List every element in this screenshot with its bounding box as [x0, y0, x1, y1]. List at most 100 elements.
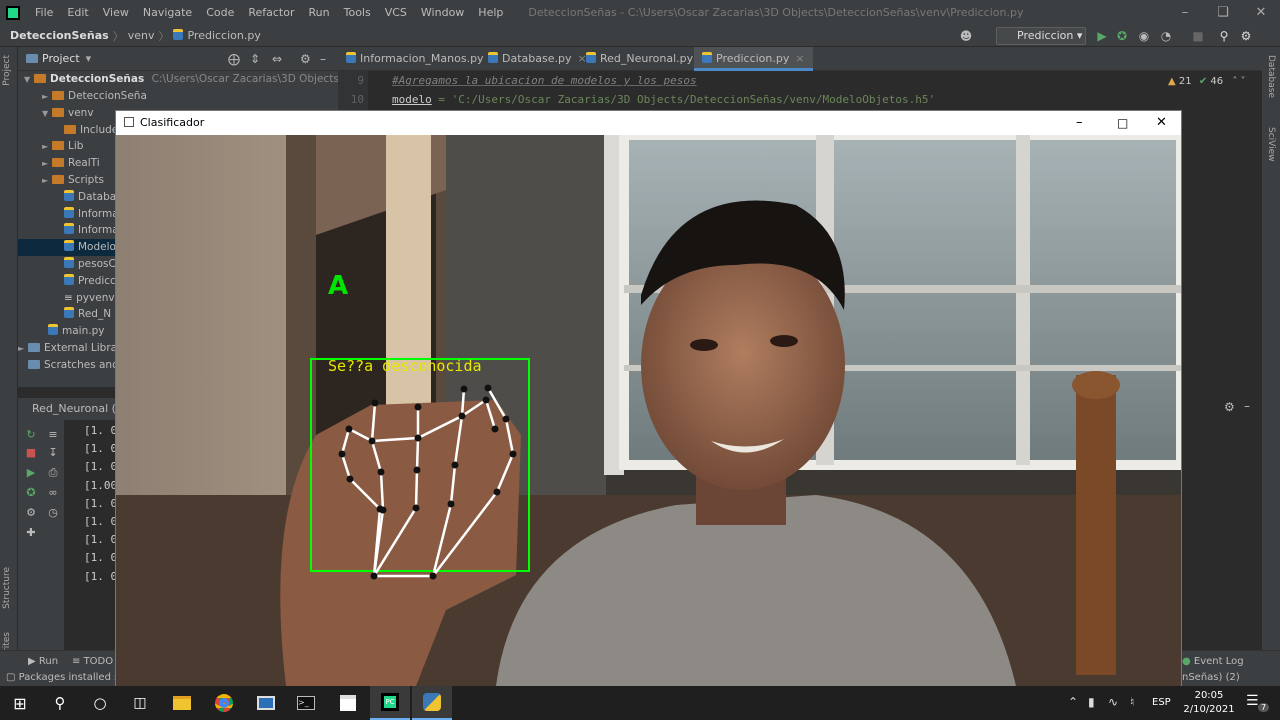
- wifi-icon[interactable]: ∿: [1108, 695, 1118, 709]
- menu-vcs[interactable]: VCS: [378, 0, 414, 25]
- breadcrumb-file[interactable]: Prediccion.py: [169, 29, 264, 42]
- task-view-icon[interactable]: ◫: [120, 686, 160, 720]
- stop-icon[interactable]: ■: [24, 446, 38, 460]
- python-icon[interactable]: [412, 686, 452, 720]
- debug-icon[interactable]: ✪: [24, 486, 38, 500]
- menu-file[interactable]: File: [28, 0, 60, 25]
- clock-icon[interactable]: ◷: [46, 506, 60, 520]
- tree-item-label: Informa: [78, 207, 119, 220]
- interpreter-status[interactable]: nSeñas) (2): [1182, 672, 1240, 683]
- project-strip-label[interactable]: Project: [2, 55, 12, 86]
- project-panel-title[interactable]: Project: [42, 52, 80, 65]
- chevron-down-icon[interactable]: ▾: [86, 52, 92, 65]
- run-tool-tab[interactable]: ▶ Run: [28, 656, 58, 667]
- tree-item-label: Scratches and: [44, 358, 119, 371]
- rerun-icon[interactable]: ↻: [24, 428, 38, 442]
- close-icon[interactable]: ✕: [1242, 0, 1280, 25]
- gear-icon[interactable]: ⚙: [1238, 28, 1254, 44]
- menu-edit[interactable]: Edit: [60, 0, 95, 25]
- resume-icon[interactable]: ▶: [24, 466, 38, 480]
- python-file-icon: [64, 206, 74, 218]
- battery-icon[interactable]: ▮: [1088, 695, 1095, 709]
- settings-icon[interactable]: ⚙: [24, 506, 38, 520]
- camera-feed: A Se??a desconocida: [116, 135, 1181, 686]
- menu-help[interactable]: Help: [471, 0, 510, 25]
- menu-run[interactable]: Run: [302, 0, 337, 25]
- collapse-all-icon[interactable]: ⇔: [272, 52, 282, 66]
- popup-close-icon[interactable]: ✕: [1156, 111, 1167, 135]
- user-icon[interactable]: ☻: [958, 28, 974, 44]
- chrome-icon[interactable]: [204, 686, 244, 720]
- tree-item-label: main.py: [62, 325, 105, 338]
- print-icon[interactable]: ⎙: [46, 466, 60, 480]
- clock[interactable]: 20:05 2/10/2021: [1180, 689, 1238, 717]
- menu-tools[interactable]: Tools: [337, 0, 378, 25]
- clasificador-window: Clasificador – □ ✕ A Se??a desconocida: [115, 110, 1182, 686]
- settings-icon[interactable]: ⚙: [300, 52, 311, 66]
- cortana-icon[interactable]: ○: [80, 686, 120, 720]
- scratches-icon: [28, 359, 40, 369]
- hand-landmark: [414, 434, 422, 442]
- remote-desktop-icon[interactable]: [246, 686, 286, 720]
- popup-minimize-icon[interactable]: –: [1076, 111, 1083, 135]
- maximize-icon[interactable]: ❑: [1204, 0, 1242, 25]
- tab-prediccion[interactable]: Prediccion.py ×: [694, 47, 813, 71]
- tree-item-label: DeteccionSeña: [68, 90, 147, 102]
- file-explorer-icon[interactable]: [162, 686, 202, 720]
- inspection-widget[interactable]: ▲ 21 ✔ 46 ˄ ˅: [1168, 76, 1246, 87]
- menu-view[interactable]: View: [96, 0, 136, 25]
- menu-window[interactable]: Window: [414, 0, 471, 25]
- database-strip-label[interactable]: Database: [1266, 55, 1276, 98]
- menu-code[interactable]: Code: [199, 0, 241, 25]
- sciview-strip-label[interactable]: SciView: [1266, 127, 1276, 162]
- popup-maximize-icon[interactable]: □: [1117, 111, 1128, 135]
- code-editor[interactable]: 9 10 #Agregamos la ubicacion de modelos …: [338, 71, 1268, 111]
- event-log-tab[interactable]: ● Event Log: [1182, 656, 1244, 667]
- expand-all-icon[interactable]: ⇕: [250, 52, 260, 66]
- tree-item-label: pyvenv: [76, 291, 115, 304]
- notification-count: 7: [1258, 703, 1270, 712]
- volume-icon[interactable]: ♮: [1130, 695, 1134, 709]
- structure-strip-label[interactable]: Structure: [2, 567, 12, 609]
- search-icon[interactable]: ⚲: [40, 686, 80, 720]
- tree-root[interactable]: ▼ DeteccionSeñas C:\Users\Oscar Zacarias\…: [18, 71, 415, 88]
- status-message: ▢ Packages installed su: [6, 672, 126, 683]
- run-config-select[interactable]: Prediccion ▾: [996, 27, 1086, 45]
- hand-landmark: [338, 450, 346, 458]
- glasses-icon[interactable]: ∞: [46, 486, 60, 500]
- start-icon[interactable]: ⊞: [0, 686, 40, 720]
- menu-refactor[interactable]: Refactor: [241, 0, 301, 25]
- python-file-icon: [64, 189, 74, 201]
- hand-landmark: [484, 384, 492, 392]
- hand-landmark: [451, 461, 459, 469]
- store-icon[interactable]: [328, 686, 368, 720]
- hide-icon[interactable]: –: [1244, 399, 1250, 413]
- hide-icon[interactable]: –: [320, 52, 326, 66]
- debug-icon[interactable]: ✪: [1114, 28, 1130, 44]
- language-indicator[interactable]: ESP: [1152, 697, 1171, 708]
- breadcrumb-folder[interactable]: venv: [124, 29, 159, 42]
- scroll-end-icon[interactable]: ↧: [46, 446, 60, 460]
- run-icon[interactable]: ▶: [1094, 28, 1110, 44]
- tree-item[interactable]: ► DeteccionSeña: [18, 88, 338, 105]
- python-file-icon: [64, 273, 74, 285]
- pin-icon[interactable]: ✚: [24, 526, 38, 540]
- detection-label: Se??a desconocida: [328, 357, 482, 375]
- stop-icon[interactable]: ■: [1190, 28, 1206, 44]
- search-icon[interactable]: ⚲: [1216, 28, 1232, 44]
- menu-navigate[interactable]: Navigate: [136, 0, 199, 25]
- terminal-icon[interactable]: >_: [286, 686, 326, 720]
- settings-icon[interactable]: ⚙: [1224, 400, 1235, 414]
- notification-icon[interactable]: ☰: [1246, 693, 1259, 709]
- tray-chevron-icon[interactable]: ⌃: [1068, 695, 1078, 709]
- todo-tool-tab[interactable]: ≡ TODO: [72, 656, 113, 667]
- pycharm-icon[interactable]: PC: [370, 686, 410, 720]
- coverage-icon[interactable]: ◉: [1136, 28, 1152, 44]
- profile-icon[interactable]: ◔: [1158, 28, 1174, 44]
- editor-tabs: Informacion_Manos.py× Database.py× Red_N…: [338, 47, 1280, 71]
- wrap-icon[interactable]: ≡: [46, 428, 60, 442]
- breadcrumb-project[interactable]: DeteccionSeñas: [0, 29, 113, 42]
- hand-connection: [414, 469, 419, 509]
- minimize-icon[interactable]: –: [1166, 0, 1204, 25]
- locate-icon[interactable]: ⨁: [228, 52, 240, 66]
